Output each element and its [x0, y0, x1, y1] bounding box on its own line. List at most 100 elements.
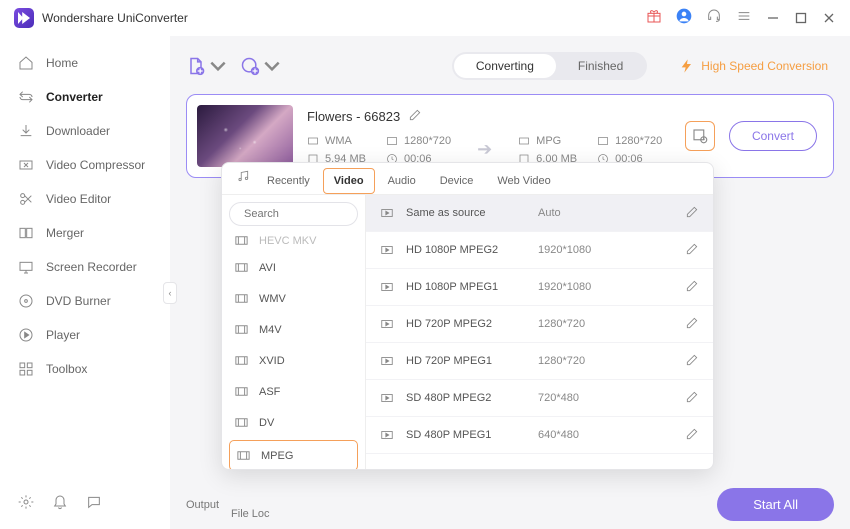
- sidebar-item-label: Toolbox: [46, 362, 87, 376]
- sidebar-item-recorder[interactable]: Screen Recorder: [0, 250, 170, 284]
- footer: Output File Loc Start All: [186, 488, 834, 521]
- edit-preset-icon[interactable]: [685, 279, 699, 296]
- high-speed-toggle[interactable]: High Speed Conversion: [679, 58, 828, 74]
- file-loc-label: File Loc: [231, 508, 270, 520]
- minimize-button[interactable]: [766, 11, 780, 25]
- close-button[interactable]: [822, 11, 836, 25]
- sidebar: Home Converter Downloader Video Compress…: [0, 36, 170, 529]
- format-item[interactable]: XVID: [222, 345, 365, 376]
- sidebar-item-label: Converter: [46, 90, 103, 104]
- headset-icon[interactable]: [706, 8, 722, 29]
- video-icon: [380, 243, 394, 257]
- format-icon: [234, 260, 249, 275]
- video-thumbnail[interactable]: [197, 105, 293, 167]
- format-icon: [234, 233, 249, 248]
- edit-name-icon[interactable]: [408, 108, 422, 125]
- format-icon: [234, 322, 249, 337]
- settings-icon[interactable]: [18, 494, 34, 515]
- sidebar-item-label: Video Editor: [46, 192, 111, 206]
- video-icon: [380, 317, 394, 331]
- dd-tab-video[interactable]: Video: [323, 168, 375, 194]
- preset-row[interactable]: HD 1080P MPEG21920*1080: [366, 232, 713, 269]
- dst-codec: MPG: [536, 135, 561, 147]
- preset-row[interactable]: SD 480P MPEG2720*480: [366, 380, 713, 417]
- edit-preset-icon[interactable]: [685, 205, 699, 222]
- output-label: Output: [186, 499, 219, 511]
- edit-preset-icon[interactable]: [685, 390, 699, 407]
- preset-row[interactable]: HD 720P MPEG11280*720: [366, 343, 713, 380]
- dd-tab-device[interactable]: Device: [429, 168, 485, 194]
- edit-preset-icon[interactable]: [685, 316, 699, 333]
- format-item[interactable]: WMV: [222, 283, 365, 314]
- preset-row[interactable]: Same as sourceAuto: [366, 195, 713, 232]
- format-icon: [234, 353, 249, 368]
- add-url-button[interactable]: [240, 56, 282, 76]
- tab-finished[interactable]: Finished: [556, 54, 645, 78]
- sidebar-item-home[interactable]: Home: [0, 46, 170, 80]
- sidebar-item-label: DVD Burner: [46, 294, 111, 308]
- video-icon: [380, 280, 394, 294]
- tab-converting[interactable]: Converting: [454, 54, 556, 78]
- convert-button[interactable]: Convert: [729, 121, 817, 151]
- dd-tab-recently[interactable]: Recently: [256, 168, 321, 194]
- preset-row[interactable]: HD 720P MPEG21280*720: [366, 306, 713, 343]
- format-icon: [234, 291, 249, 306]
- sidebar-item-label: Home: [46, 56, 78, 70]
- format-dropdown: Recently Video Audio Device Web Video HE…: [221, 162, 714, 470]
- format-icon: [236, 448, 251, 463]
- format-item[interactable]: MPEG: [229, 440, 358, 469]
- music-icon[interactable]: [232, 163, 254, 194]
- toolbar: Converting Finished High Speed Conversio…: [186, 46, 834, 86]
- edit-preset-icon[interactable]: [685, 427, 699, 444]
- gift-icon[interactable]: [646, 8, 662, 29]
- sidebar-item-converter[interactable]: Converter: [0, 80, 170, 114]
- format-search[interactable]: [229, 202, 358, 226]
- sidebar-item-downloader[interactable]: Downloader: [0, 114, 170, 148]
- app-logo: [14, 8, 34, 28]
- sidebar-item-compressor[interactable]: Video Compressor: [0, 148, 170, 182]
- search-input[interactable]: [244, 208, 386, 220]
- status-tabs: Converting Finished: [452, 52, 647, 80]
- add-file-button[interactable]: [186, 56, 228, 76]
- sidebar-item-player[interactable]: Player: [0, 318, 170, 352]
- dd-tab-webvideo[interactable]: Web Video: [486, 168, 561, 194]
- feedback-icon[interactable]: [86, 494, 102, 515]
- edit-preset-icon[interactable]: [685, 353, 699, 370]
- arrow-icon: ➔: [477, 139, 492, 160]
- bell-icon[interactable]: [52, 494, 68, 515]
- edit-preset-icon[interactable]: [685, 242, 699, 259]
- sidebar-item-toolbox[interactable]: Toolbox: [0, 352, 170, 386]
- format-item[interactable]: DV: [222, 407, 365, 438]
- format-item[interactable]: HEVC MKV: [222, 233, 365, 252]
- dst-res: 1280*720: [615, 135, 662, 147]
- preset-row[interactable]: HD 1080P MPEG11920*1080: [366, 269, 713, 306]
- src-res: 1280*720: [404, 135, 451, 147]
- preset-row[interactable]: SD 480P MPEG1640*480: [366, 417, 713, 454]
- menu-icon[interactable]: [736, 8, 752, 29]
- file-name: Flowers - 66823: [307, 109, 400, 124]
- start-all-button[interactable]: Start All: [717, 488, 834, 521]
- sidebar-item-dvd[interactable]: DVD Burner: [0, 284, 170, 318]
- sidebar-item-editor[interactable]: Video Editor: [0, 182, 170, 216]
- format-icon: [234, 384, 249, 399]
- maximize-button[interactable]: [794, 11, 808, 25]
- sidebar-item-label: Merger: [46, 226, 84, 240]
- src-codec: WMA: [325, 135, 352, 147]
- sidebar-item-label: Downloader: [46, 124, 110, 138]
- format-item[interactable]: M4V: [222, 314, 365, 345]
- video-icon: [380, 206, 394, 220]
- sidebar-item-label: Screen Recorder: [46, 260, 137, 274]
- video-icon: [380, 428, 394, 442]
- sidebar-item-merger[interactable]: Merger: [0, 216, 170, 250]
- video-icon: [380, 354, 394, 368]
- output-settings-button[interactable]: [685, 121, 715, 151]
- sidebar-item-label: Video Compressor: [46, 158, 145, 172]
- dd-tab-audio[interactable]: Audio: [377, 168, 427, 194]
- format-item[interactable]: ASF: [222, 376, 365, 407]
- sidebar-item-label: Player: [46, 328, 80, 342]
- titlebar: Wondershare UniConverter: [0, 0, 850, 36]
- video-icon: [380, 391, 394, 405]
- format-item[interactable]: AVI: [222, 252, 365, 283]
- app-title: Wondershare UniConverter: [42, 11, 188, 25]
- user-avatar-icon[interactable]: [676, 8, 692, 29]
